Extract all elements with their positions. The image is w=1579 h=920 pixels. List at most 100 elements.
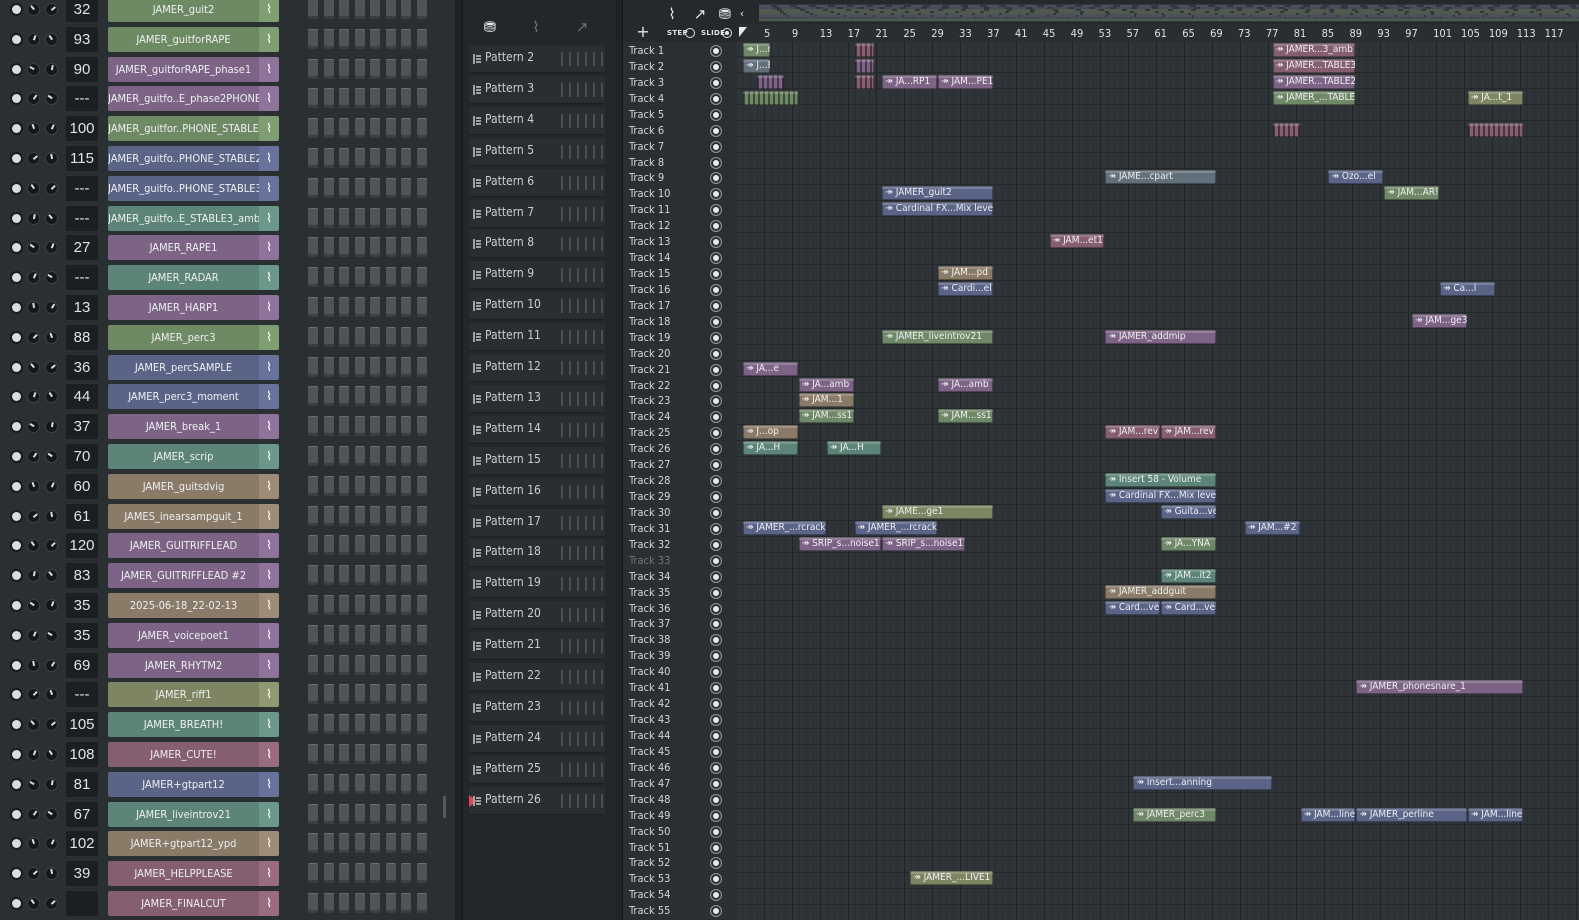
playlist-clip[interactable]: ↠ JAM...rev xyxy=(1161,425,1216,440)
step-button[interactable] xyxy=(323,386,334,407)
track-header[interactable]: Track 39 xyxy=(623,648,735,664)
step-button[interactable] xyxy=(370,803,380,824)
step-button[interactable] xyxy=(416,297,427,317)
step-button[interactable] xyxy=(354,326,365,347)
step-button[interactable] xyxy=(385,654,396,675)
channel-name-button[interactable]: JAMES_inearsampguit_1 xyxy=(108,503,259,529)
playlist-clip[interactable]: ↠ JA...amb xyxy=(798,377,854,392)
step-button[interactable] xyxy=(339,386,349,407)
step-button[interactable] xyxy=(370,505,380,526)
track-mute-led[interactable] xyxy=(711,810,721,821)
track-header[interactable]: Track 4 xyxy=(623,91,735,107)
pattern-item[interactable]: Pattern 21 xyxy=(469,632,605,661)
track-header[interactable]: Track 55 xyxy=(623,903,735,919)
step-button[interactable] xyxy=(416,177,427,198)
step-button[interactable] xyxy=(401,356,411,377)
track-mute-led[interactable] xyxy=(711,667,721,678)
audio-wave-icon[interactable]: ⌇ xyxy=(523,16,549,38)
track-header[interactable]: Track 12 xyxy=(623,218,735,234)
step-button[interactable] xyxy=(323,297,334,317)
automation-tool-icon[interactable]: ↗ xyxy=(689,4,711,24)
step-button[interactable] xyxy=(416,88,427,109)
step-button[interactable] xyxy=(339,267,349,288)
channel-mute-led[interactable] xyxy=(12,571,21,581)
channel-mixer-track-number[interactable]: 83 xyxy=(66,563,98,589)
track-mute-led[interactable] xyxy=(711,651,721,662)
step-button[interactable] xyxy=(385,118,396,139)
piano-roll-tool-icon[interactable]: ⛃ xyxy=(715,4,735,24)
track-mute-led[interactable] xyxy=(711,523,721,534)
step-button[interactable] xyxy=(323,744,334,764)
channel-volume-knob[interactable] xyxy=(42,179,61,198)
playlist-clip[interactable]: ↠ JAMER_liveintrov21 xyxy=(882,329,993,344)
track-header[interactable]: Track 29 xyxy=(623,489,735,505)
step-button[interactable] xyxy=(385,0,396,19)
track-header[interactable]: Track 48 xyxy=(623,792,735,808)
channel-mute-led[interactable] xyxy=(12,332,21,342)
step-button[interactable] xyxy=(354,505,365,526)
playlist-clip[interactable]: ↠ JA...t_1 xyxy=(1467,90,1523,105)
channel-pan-knob[interactable] xyxy=(25,746,42,763)
track-header[interactable]: Track 6 xyxy=(623,123,735,139)
playlist-clip[interactable]: ↠ JAMER...TABLE3 xyxy=(1272,58,1356,73)
playlist-clip[interactable] xyxy=(1272,122,1300,137)
step-button[interactable] xyxy=(339,356,349,377)
step-button[interactable] xyxy=(354,207,365,228)
playlist-clip[interactable]: ↠ J...E3 xyxy=(743,58,770,73)
step-button[interactable] xyxy=(370,684,380,705)
step-button[interactable] xyxy=(308,714,318,735)
step-button[interactable] xyxy=(308,654,318,675)
playlist-clip[interactable] xyxy=(854,43,875,57)
step-button[interactable] xyxy=(370,595,380,615)
channel-volume-knob[interactable] xyxy=(43,61,60,77)
channel-pan-knob[interactable] xyxy=(24,805,43,824)
track-mute-led[interactable] xyxy=(711,93,721,104)
step-button[interactable] xyxy=(339,326,349,347)
playlist-clip[interactable]: ↠ JAM...#2 xyxy=(1244,520,1300,535)
playlist-clip[interactable]: ↠ JAMER_perc3 xyxy=(1133,807,1216,822)
step-button[interactable] xyxy=(370,446,380,466)
step-button[interactable] xyxy=(354,684,365,705)
step-button[interactable] xyxy=(308,28,318,49)
channel-mute-led[interactable] xyxy=(12,64,21,74)
step-button[interactable] xyxy=(308,446,318,466)
track-header[interactable]: Track 49 xyxy=(623,808,735,824)
channel-mute-led[interactable] xyxy=(12,422,21,432)
pattern-item[interactable]: Pattern 12 xyxy=(469,354,605,382)
channel-name-button[interactable]: JAMER_HARP1 xyxy=(108,295,259,320)
step-button[interactable] xyxy=(370,237,380,258)
playlist-clip[interactable]: ↠ JAM...ss1 xyxy=(938,409,993,424)
channel-mute-led[interactable] xyxy=(12,660,21,670)
channel-name-button[interactable]: JAMER_RADAR xyxy=(108,265,259,291)
step-button[interactable] xyxy=(354,356,365,377)
pattern-item[interactable]: Pattern 19 xyxy=(469,570,605,599)
pattern-item[interactable]: Pattern 4 xyxy=(469,106,605,135)
step-button[interactable] xyxy=(354,58,365,79)
step-button[interactable] xyxy=(416,28,427,49)
channel-volume-knob[interactable] xyxy=(42,447,61,466)
channel-volume-knob[interactable] xyxy=(42,566,61,585)
playlist-clip[interactable]: ↠ Cardinal FX...Mix level xyxy=(1105,489,1216,504)
step-button[interactable] xyxy=(339,28,349,49)
channel-mixer-track-number[interactable]: 67 xyxy=(66,801,98,827)
step-button[interactable] xyxy=(401,595,411,615)
channel-volume-knob[interactable] xyxy=(42,208,61,228)
track-mute-led[interactable] xyxy=(711,284,721,295)
step-button[interactable] xyxy=(308,88,318,109)
channel-pan-knob[interactable] xyxy=(24,715,43,734)
track-header[interactable]: Track 16 xyxy=(623,282,735,298)
channel-name-button[interactable]: JAMER_BREATH! xyxy=(108,712,259,738)
step-button[interactable] xyxy=(401,207,411,228)
channel-volume-knob[interactable] xyxy=(42,536,61,556)
track-mute-led[interactable] xyxy=(711,444,721,455)
playlist-grid[interactable]: ↠ J...mb ↠ JAMER...3_amb ↠ J...E3 ↠ JAMER..… xyxy=(737,42,1579,920)
track-header[interactable]: Track 21 xyxy=(623,362,735,378)
playlist-clip[interactable] xyxy=(854,58,875,73)
step-button[interactable] xyxy=(385,88,396,109)
channel-name-button[interactable]: JAMER_perc3 xyxy=(108,324,259,350)
step-button[interactable] xyxy=(370,863,380,884)
channel-volume-knob[interactable] xyxy=(42,626,61,645)
step-button[interactable] xyxy=(416,833,427,854)
piano-roll-icon[interactable]: ⛃ xyxy=(477,16,503,38)
pattern-item[interactable]: Pattern 22 xyxy=(469,663,605,691)
